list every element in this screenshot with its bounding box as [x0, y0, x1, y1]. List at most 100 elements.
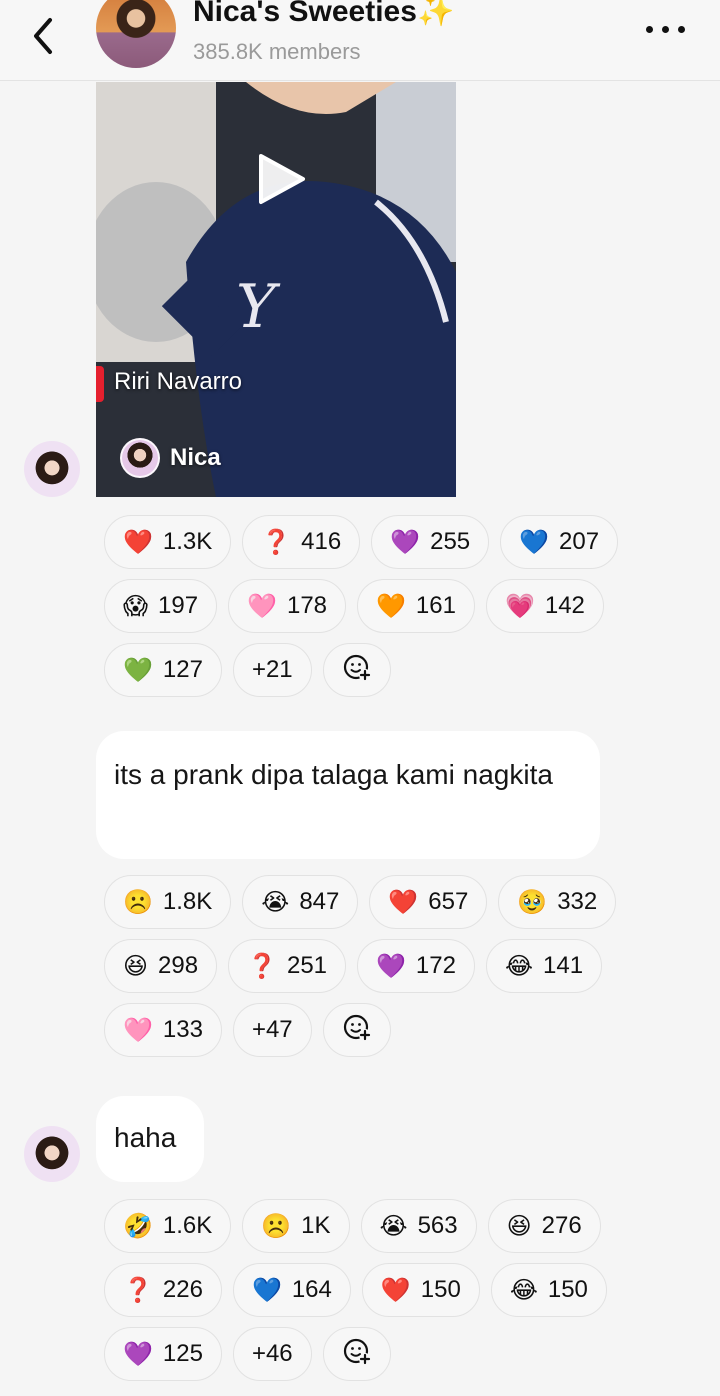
reaction-purple-heart[interactable]: 💜 125	[104, 1327, 222, 1381]
crying-face-icon: 😭	[261, 888, 290, 916]
caption-marker	[96, 366, 104, 402]
more-reactions-button[interactable]: +46	[232, 1327, 312, 1381]
reaction-crying-face[interactable]: 😭 847	[242, 875, 359, 929]
reaction-row: 😆 298 ❓ 251 💜 172 😂 141	[104, 939, 616, 993]
reaction-pink-heart[interactable]: 🩷 178	[228, 579, 347, 633]
reaction-count: 298	[158, 952, 199, 979]
blue-heart-icon: 💙	[251, 1276, 282, 1304]
reaction-count: 207	[559, 528, 600, 555]
add-reaction-button[interactable]	[322, 1327, 391, 1381]
video-author: Nica	[120, 438, 221, 478]
reaction-screaming-face[interactable]: 😱 197	[104, 579, 218, 633]
frowning-face-icon: ☹️	[123, 888, 153, 916]
reaction-question-mark[interactable]: ❓ 226	[104, 1263, 222, 1317]
reaction-count: 164	[291, 1276, 332, 1303]
blue-heart-icon: 💙	[519, 528, 550, 556]
play-icon[interactable]	[253, 152, 307, 206]
reaction-crying-face[interactable]: 😭 563	[360, 1199, 477, 1253]
reaction-count: 1.3K	[162, 528, 213, 555]
reaction-count: +21	[251, 656, 293, 683]
reaction-row: ☹️ 1.8K 😭 847 ❤️ 657 🥹 332	[104, 875, 617, 929]
reaction-question-mark[interactable]: ❓ 416	[242, 515, 361, 569]
reaction-row: 💚 127 +21	[104, 643, 618, 697]
reaction-pink-heart[interactable]: 🩷 133	[104, 1003, 222, 1057]
reaction-count: 847	[299, 888, 340, 915]
add-reaction-icon	[342, 1012, 372, 1049]
reaction-bar: ☹️ 1.8K 😭 847 ❤️ 657 🥹 332 😆 298 ❓ 251 💜 172 😂 141 🩷 133 +…	[104, 875, 617, 1067]
reaction-orange-heart[interactable]: 🧡 161	[357, 579, 475, 633]
add-reaction-button[interactable]	[322, 643, 391, 697]
question-mark-icon: ❓	[261, 528, 292, 556]
reaction-bar: 🤣 1.6K ☹️ 1K 😭 563 😆 276 ❓ 226 💙 164 ❤️ 150 😂 150 💜 125 +4…	[104, 1199, 607, 1391]
reaction-tears-of-joy[interactable]: 😂 150	[490, 1263, 607, 1317]
reaction-green-heart[interactable]: 💚 127	[104, 643, 222, 697]
back-button[interactable]	[26, 6, 66, 56]
reaction-count: 150	[420, 1276, 461, 1303]
reaction-count: 161	[415, 592, 456, 619]
add-reaction-icon	[342, 652, 372, 689]
reaction-row: 🤣 1.6K ☹️ 1K 😭 563 😆 276	[104, 1199, 607, 1253]
reaction-question-mark[interactable]: ❓ 251	[228, 939, 347, 993]
group-title[interactable]: Nica's Sweeties✨	[193, 0, 454, 29]
message-bubble[interactable]: haha	[96, 1096, 204, 1182]
reaction-row: 💜 125 +46	[104, 1327, 607, 1381]
holding-back-tears-icon: 🥹	[517, 888, 548, 916]
reaction-red-heart[interactable]: ❤️ 1.3K	[104, 515, 232, 569]
reaction-holding-back-tears[interactable]: 🥹 332	[498, 875, 617, 929]
reaction-frowning-face[interactable]: ☹️ 1K	[242, 1199, 350, 1253]
video-message[interactable]: Y Riri Navarro Nica	[96, 82, 456, 497]
reaction-count: 172	[415, 952, 456, 979]
red-heart-icon: ❤️	[123, 528, 153, 556]
more-reactions-button[interactable]: +47	[232, 1003, 312, 1057]
reaction-red-heart[interactable]: ❤️ 657	[369, 875, 488, 929]
group-name: Nica's Sweeties	[193, 0, 417, 28]
reaction-count: 127	[162, 656, 203, 683]
reaction-count: 276	[541, 1212, 582, 1239]
video-caption: Riri Navarro	[114, 368, 243, 395]
tears-of-joy-icon: 😂	[509, 1276, 538, 1304]
reaction-purple-heart[interactable]: 💜 255	[371, 515, 490, 569]
reaction-count: 197	[158, 592, 199, 619]
reaction-bar: ❤️ 1.3K ❓ 416 💜 255 💙 207 😱 197 🩷 178 🧡 161 💗 142 💚 127 +2…	[104, 515, 619, 707]
svg-text:Y: Y	[236, 272, 281, 342]
red-heart-icon: ❤️	[380, 1276, 411, 1304]
reaction-tears-of-joy[interactable]: 😂 141	[485, 939, 603, 993]
reaction-count: 150	[547, 1276, 588, 1303]
add-reaction-button[interactable]	[322, 1003, 391, 1057]
group-avatar[interactable]	[96, 0, 176, 68]
tears-of-joy-icon: 😂	[504, 952, 533, 980]
purple-heart-icon: 💜	[390, 528, 421, 556]
pink-heart-icon: 🩷	[247, 592, 277, 620]
sender-avatar[interactable]	[24, 1126, 80, 1182]
message-bubble[interactable]: its a prank dipa talaga kami nagkita	[96, 731, 600, 859]
reaction-blue-heart[interactable]: 💙 164	[232, 1263, 351, 1317]
reaction-growing-heart[interactable]: 💗 142	[485, 579, 604, 633]
reaction-count: +47	[251, 1016, 293, 1043]
reaction-count: 1.6K	[162, 1212, 213, 1239]
video-thumbnail: Y	[96, 82, 456, 497]
more-options-button[interactable]	[640, 14, 690, 44]
reaction-count: 332	[557, 888, 598, 915]
more-reactions-button[interactable]: +21	[232, 643, 312, 697]
question-mark-icon: ❓	[123, 1276, 153, 1304]
reaction-laughing-face[interactable]: 😆 298	[104, 939, 218, 993]
reaction-red-heart[interactable]: ❤️ 150	[361, 1263, 480, 1317]
purple-heart-icon: 💜	[376, 952, 406, 980]
reaction-count: 563	[417, 1212, 458, 1239]
reaction-count: 255	[430, 528, 471, 555]
sender-avatar[interactable]	[24, 441, 80, 497]
laughing-face-icon: 😆	[123, 952, 149, 980]
reaction-blue-heart[interactable]: 💙 207	[500, 515, 619, 569]
red-heart-icon: ❤️	[388, 888, 419, 916]
reaction-row: ❤️ 1.3K ❓ 416 💜 255 💙 207	[104, 515, 619, 569]
reaction-count: 226	[162, 1276, 203, 1303]
reaction-purple-heart[interactable]: 💜 172	[357, 939, 475, 993]
reaction-laughing-face[interactable]: 😆 276	[487, 1199, 601, 1253]
reaction-row: 😱 197 🩷 178 🧡 161 💗 142	[104, 579, 618, 633]
green-heart-icon: 💚	[123, 656, 153, 684]
reaction-rolling-laughing[interactable]: 🤣 1.6K	[104, 1199, 232, 1253]
message-text: its a prank dipa talaga kami nagkita	[114, 759, 553, 790]
reaction-frowning-face[interactable]: ☹️ 1.8K	[104, 875, 232, 929]
reaction-count: 1.8K	[162, 888, 213, 915]
reaction-count: 416	[301, 528, 342, 555]
